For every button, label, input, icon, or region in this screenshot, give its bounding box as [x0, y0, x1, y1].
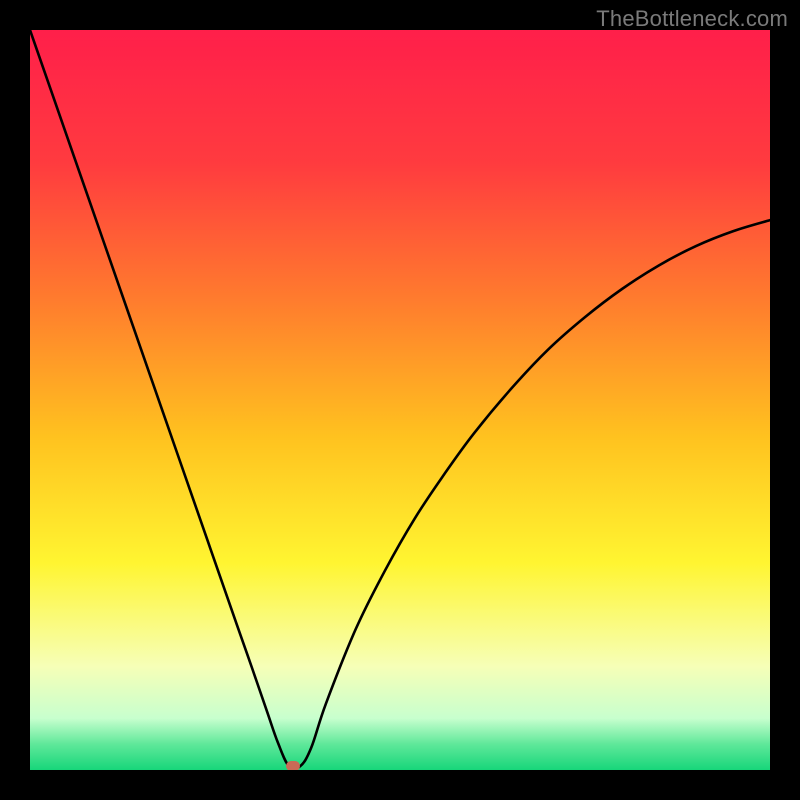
optimum-marker [286, 761, 300, 770]
attribution-label: TheBottleneck.com [596, 6, 788, 32]
bottleneck-curve [30, 30, 770, 770]
plot-area [30, 30, 770, 770]
chart-frame: TheBottleneck.com [0, 0, 800, 800]
